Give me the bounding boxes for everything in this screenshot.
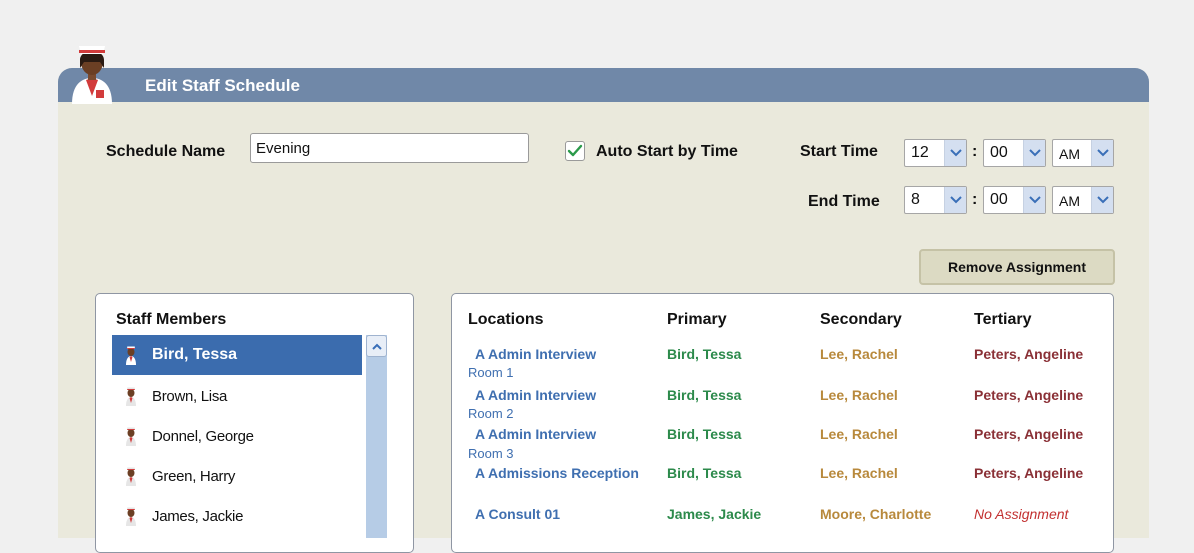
staff-name: James, Jackie — [152, 507, 244, 525]
tertiary-assignee[interactable]: Peters, Angeline — [974, 387, 1083, 403]
no-assignment-label[interactable]: No Assignment — [974, 506, 1068, 522]
start-minute-select[interactable]: 00 — [983, 139, 1046, 167]
start-time-colon: : — [972, 143, 978, 160]
chevron-down-icon — [944, 140, 966, 166]
location-name[interactable]: A Admin Interview — [475, 387, 596, 403]
chevron-down-icon — [1023, 140, 1045, 166]
panel-header: Edit Staff Schedule — [58, 68, 1149, 102]
staff-person-icon — [126, 507, 136, 526]
secondary-assignee[interactable]: Lee, Rachel — [820, 346, 898, 362]
auto-start-checkbox[interactable] — [565, 141, 585, 161]
chevron-down-icon — [1091, 187, 1113, 213]
schedule-name-label: Schedule Name — [106, 143, 226, 160]
location-sub: Room 3 — [468, 446, 514, 461]
primary-assignee[interactable]: Bird, Tessa — [667, 465, 741, 481]
staff-name: Bird, Tessa — [152, 346, 238, 363]
end-minute-select[interactable]: 00 — [983, 186, 1046, 214]
panel-title: Edit Staff Schedule — [145, 76, 300, 95]
end-hour-select[interactable]: 8 — [904, 186, 967, 214]
start-time-label: Start Time — [800, 143, 878, 160]
schedule-name-input[interactable] — [250, 133, 529, 163]
end-ampm-select[interactable]: AM — [1052, 186, 1114, 214]
auto-start-label: Auto Start by Time — [596, 143, 738, 160]
tertiary-assignee[interactable]: Peters, Angeline — [974, 426, 1083, 442]
chevron-down-icon — [944, 187, 966, 213]
chevron-down-icon — [1091, 140, 1113, 166]
location-sub: Room 2 — [468, 406, 514, 421]
staff-list-item[interactable]: Donnel, George — [112, 416, 362, 456]
staff-name: Donnel, George — [152, 427, 254, 445]
column-header-locations: Locations — [468, 311, 544, 328]
chevron-up-icon — [371, 343, 382, 350]
staff-list-item[interactable]: Green, Harry — [112, 456, 362, 496]
column-header-primary: Primary — [667, 311, 727, 328]
primary-assignee[interactable]: Bird, Tessa — [667, 387, 741, 403]
staff-list-item[interactable]: James, Jackie — [112, 496, 362, 536]
staff-list-item[interactable]: Brown, Lisa — [112, 376, 362, 416]
start-ampm-select[interactable]: AM — [1052, 139, 1114, 167]
secondary-assignee[interactable]: Lee, Rachel — [820, 465, 898, 481]
start-minute-value: 00 — [990, 144, 1008, 161]
staff-members-heading: Staff Members — [116, 311, 227, 328]
nurse-avatar-icon — [72, 46, 112, 104]
location-name[interactable]: A Admin Interview — [475, 426, 596, 442]
chevron-down-icon — [1023, 187, 1045, 213]
staff-list-scrollbar[interactable] — [366, 335, 387, 538]
start-hour-select[interactable]: 12 — [904, 139, 967, 167]
staff-list-item[interactable]: Bird, Tessa — [112, 335, 362, 375]
start-hour-value: 12 — [911, 144, 929, 161]
column-header-secondary: Secondary — [820, 311, 902, 328]
column-header-tertiary: Tertiary — [974, 311, 1032, 328]
location-sub: Room 1 — [468, 365, 514, 380]
tertiary-assignee[interactable]: Peters, Angeline — [974, 465, 1083, 481]
secondary-assignee[interactable]: Lee, Rachel — [820, 387, 898, 403]
primary-assignee[interactable]: James, Jackie — [667, 506, 761, 522]
staff-name: Green, Harry — [152, 467, 236, 485]
staff-name: Brown, Lisa — [152, 387, 228, 405]
tertiary-assignee[interactable]: Peters, Angeline — [974, 346, 1083, 362]
checkmark-icon — [567, 144, 583, 157]
secondary-assignee[interactable]: Lee, Rachel — [820, 426, 898, 442]
remove-assignment-button[interactable]: Remove Assignment — [919, 249, 1115, 285]
primary-assignee[interactable]: Bird, Tessa — [667, 426, 741, 442]
end-ampm-value: AM — [1059, 193, 1080, 209]
location-name[interactable]: A Admissions Reception — [475, 465, 639, 481]
location-name[interactable]: A Consult 01 — [475, 506, 560, 522]
staff-person-icon — [126, 346, 136, 365]
staff-person-icon — [126, 427, 136, 446]
end-time-label: End Time — [808, 193, 880, 210]
secondary-assignee[interactable]: Moore, Charlotte — [820, 506, 931, 522]
staff-person-icon — [126, 467, 136, 486]
start-ampm-value: AM — [1059, 146, 1080, 162]
location-name[interactable]: A Admin Interview — [475, 346, 596, 362]
staff-person-icon — [126, 387, 136, 406]
end-time-colon: : — [972, 191, 978, 208]
end-minute-value: 00 — [990, 191, 1008, 208]
end-hour-value: 8 — [911, 191, 920, 208]
scroll-up-button[interactable] — [366, 335, 387, 357]
primary-assignee[interactable]: Bird, Tessa — [667, 346, 741, 362]
